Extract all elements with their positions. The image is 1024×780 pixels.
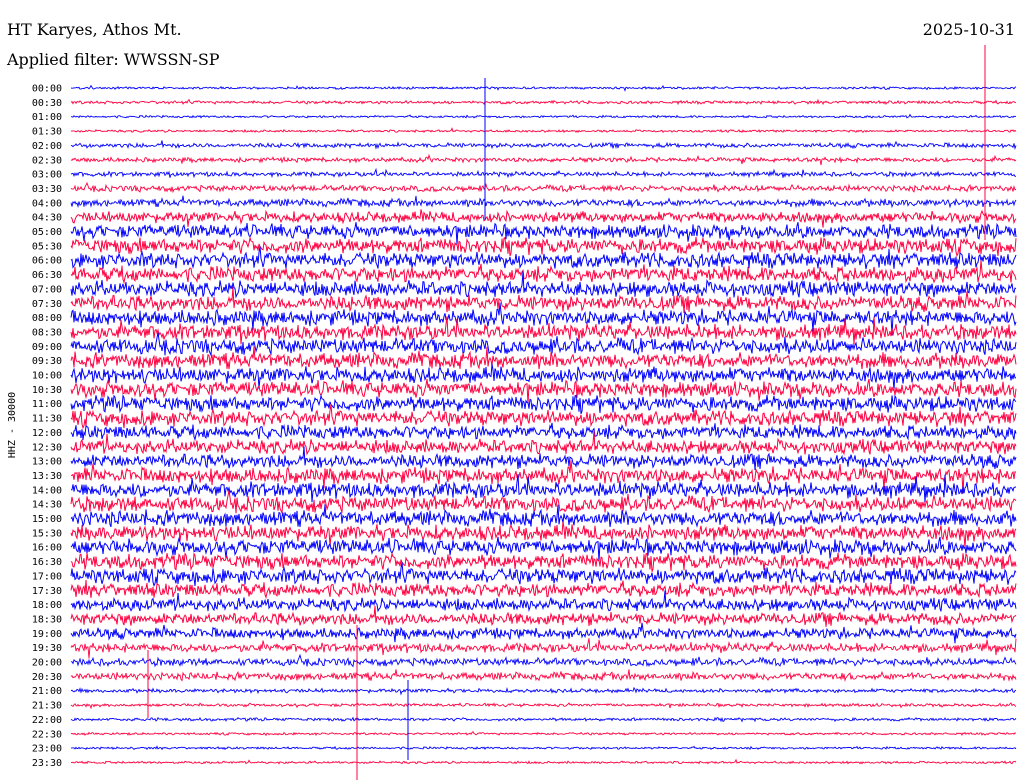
trace-line xyxy=(70,235,1017,258)
y-tick-label: 02:30 xyxy=(32,155,62,166)
y-tick-label: 00:00 xyxy=(32,84,62,95)
y-tick-label: 04:00 xyxy=(32,198,62,209)
trace-line xyxy=(70,363,1017,391)
y-tick-label: 22:00 xyxy=(32,715,62,726)
y-tick-label: 10:30 xyxy=(32,385,62,396)
trace-line xyxy=(70,730,1017,737)
y-tick-label: 20:30 xyxy=(32,672,62,683)
y-tick-label: 19:00 xyxy=(32,629,62,640)
y-tick-label: 07:30 xyxy=(32,299,62,310)
y-tick-label: 13:30 xyxy=(32,471,62,482)
y-tick-label: 00:30 xyxy=(32,98,62,109)
y-tick-label: 23:30 xyxy=(32,758,62,769)
y-tick-label: 09:30 xyxy=(32,356,62,367)
y-tick-label: 20:00 xyxy=(32,658,62,669)
y-tick-label: 02:00 xyxy=(32,141,62,152)
y-tick-label: 21:00 xyxy=(32,686,62,697)
trace-line xyxy=(70,653,1017,668)
y-tick-label: 11:00 xyxy=(32,399,62,410)
trace-line xyxy=(70,504,1017,528)
trace-line xyxy=(70,716,1017,723)
y-tick-label: 13:00 xyxy=(32,457,62,468)
trace-line xyxy=(70,758,1017,765)
trace-line xyxy=(70,127,1017,134)
y-tick-label: 08:00 xyxy=(32,313,62,324)
y-tick-label: 16:00 xyxy=(32,543,62,554)
seismogram-plot: HHZ - 30000 00:00 00:30 01:00 01:30 02:00 02:3… xyxy=(7,45,1017,780)
y-tick-label: 03:00 xyxy=(32,170,62,181)
trace-line xyxy=(70,745,1017,751)
y-tick-label: 18:30 xyxy=(32,614,62,625)
y-tick-label: 01:30 xyxy=(32,127,62,138)
trace-line xyxy=(70,622,1017,644)
trace-line xyxy=(70,209,1017,228)
trace-line xyxy=(70,260,1017,285)
trace-line xyxy=(70,669,1017,682)
y-tick-label: 08:30 xyxy=(32,327,62,338)
y-tick-label: 06:30 xyxy=(32,270,62,281)
trace-line xyxy=(71,113,1017,119)
y-tick-label: 05:00 xyxy=(32,227,62,238)
y-tick-label: 17:30 xyxy=(32,586,62,597)
y-tick-label: 16:30 xyxy=(32,557,62,568)
trace-line xyxy=(70,167,1016,179)
trace-line xyxy=(70,422,1017,442)
y-axis-label: HHZ - 30000 xyxy=(7,392,18,458)
y-tick-label: 12:30 xyxy=(32,442,62,453)
y-tick-label: 09:00 xyxy=(32,342,62,353)
trace-line xyxy=(70,638,1017,659)
trace-line xyxy=(70,579,1017,600)
trace-line xyxy=(70,332,1017,357)
y-tick-label: 04:30 xyxy=(32,213,62,224)
y-tick-label: 14:00 xyxy=(32,485,62,496)
y-tick-label: 18:00 xyxy=(32,600,62,611)
y-tick-label: 15:30 xyxy=(32,528,62,539)
trace-line xyxy=(70,140,1017,150)
y-tick-label: 15:00 xyxy=(32,514,62,525)
y-tick-label: 10:00 xyxy=(32,371,62,382)
trace-line xyxy=(70,84,1017,92)
y-tick-label: 03:30 xyxy=(32,184,62,195)
y-tick-label: 06:00 xyxy=(32,256,62,267)
trace-line xyxy=(70,181,1017,194)
y-tick-label: 23:00 xyxy=(32,744,62,755)
y-tick-label: 17:00 xyxy=(32,571,62,582)
y-tick-label: 14:30 xyxy=(32,500,62,511)
trace-line xyxy=(70,590,1017,613)
trace-line xyxy=(70,271,1017,299)
y-tick-label: 05:30 xyxy=(32,241,62,252)
y-tick-label: 21:30 xyxy=(32,701,62,712)
y-tick-label: 07:00 xyxy=(32,284,62,295)
y-tick-label: 19:30 xyxy=(32,643,62,654)
y-tick-label: 11:30 xyxy=(32,414,62,425)
y-tick-label: 01:00 xyxy=(32,112,62,123)
y-tick-label: 22:30 xyxy=(32,729,62,740)
trace-line xyxy=(70,98,1017,106)
trace-line xyxy=(70,446,1017,471)
y-tick-label: 12:00 xyxy=(32,428,62,439)
trace-line xyxy=(70,195,1017,209)
trace-line xyxy=(70,702,1017,710)
trace-line xyxy=(70,153,1017,166)
trace-line xyxy=(70,686,1017,696)
